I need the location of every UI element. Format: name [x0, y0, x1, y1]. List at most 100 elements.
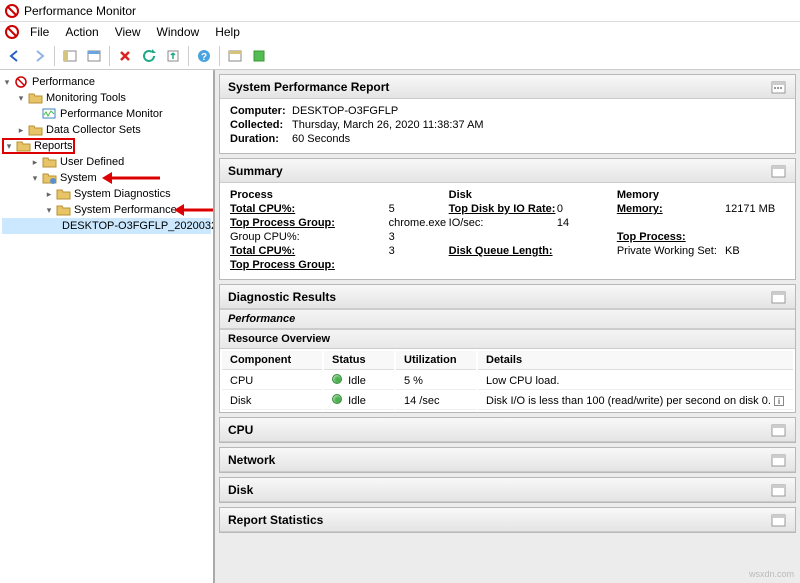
expander-icon[interactable]: ▸ — [44, 189, 54, 200]
toolbar-separator — [219, 46, 220, 66]
title-bar: Performance Monitor — [0, 0, 800, 22]
disk-queue-link[interactable]: Disk Queue Length: — [449, 245, 557, 257]
table-row[interactable]: Disk Idle14 /secDisk I/O is less than 10… — [222, 392, 793, 410]
calendar-icon[interactable] — [771, 513, 787, 527]
tree-report-instance[interactable]: DESKTOP-O3FGFLP_20200326 — [2, 218, 211, 234]
top-process-group2-link[interactable]: Top Process Group: — [230, 259, 389, 271]
cell-component: CPU — [222, 372, 322, 390]
memory-link[interactable]: Memory: — [617, 203, 725, 215]
calendar-icon[interactable] — [771, 423, 787, 437]
forward-button[interactable] — [28, 45, 50, 67]
folder-system-icon — [42, 171, 58, 185]
window-title: Performance Monitor — [24, 4, 136, 18]
performance-subheader[interactable]: Performance — [220, 309, 795, 329]
show-hide-button[interactable] — [59, 45, 81, 67]
tree-system-diagnostics[interactable]: ▸ System Diagnostics — [2, 186, 211, 202]
panel-header[interactable]: Report Statistics — [220, 508, 795, 532]
calendar-icon[interactable] — [771, 290, 787, 304]
disk-section: Disk — [219, 477, 796, 503]
tree-performance-monitor[interactable]: Performance Monitor — [2, 106, 211, 122]
tree-user-defined[interactable]: ▸ User Defined — [2, 154, 211, 170]
panel-header[interactable]: Diagnostic Results — [220, 285, 795, 309]
toolbar-separator — [109, 46, 110, 66]
action-button[interactable] — [248, 45, 270, 67]
info-icon[interactable]: i — [774, 396, 784, 406]
table-row[interactable]: CPU Idle5 %Low CPU load. — [222, 372, 793, 390]
calendar-icon[interactable] — [771, 453, 787, 467]
duration-value: 60 Seconds — [292, 133, 350, 145]
menu-file[interactable]: File — [22, 23, 57, 41]
folder-icon — [28, 91, 44, 105]
calendar-icon[interactable] — [771, 164, 787, 178]
arrow-annotation-icon — [174, 202, 215, 218]
expander-icon[interactable]: ▾ — [30, 173, 40, 184]
tree-label: Reports — [34, 140, 73, 152]
cell-status: Idle — [324, 392, 394, 410]
perf-icon — [14, 75, 30, 89]
calendar-icon[interactable] — [771, 483, 787, 497]
col-component[interactable]: Component — [222, 351, 322, 370]
expander-icon[interactable]: ▾ — [4, 141, 14, 152]
panel-header[interactable]: System Performance Report — [220, 75, 795, 99]
expander-icon[interactable]: ▾ — [44, 205, 54, 216]
resource-overview-header[interactable]: Resource Overview — [220, 329, 795, 349]
panel-header[interactable]: Disk — [220, 478, 795, 502]
content-panel[interactable]: System Performance Report Computer:DESKT… — [215, 70, 800, 583]
top-process-link[interactable]: Top Process: — [617, 231, 725, 243]
col-status[interactable]: Status — [324, 351, 394, 370]
view-button[interactable] — [224, 45, 246, 67]
top-process-group-link[interactable]: Top Process Group: — [230, 217, 389, 229]
tree-label: Performance — [32, 76, 95, 88]
cell-status: Idle — [324, 372, 394, 390]
col-details[interactable]: Details — [478, 351, 793, 370]
panel-title: CPU — [228, 423, 253, 437]
help-button[interactable]: ? — [193, 45, 215, 67]
app-icon — [4, 24, 20, 40]
menu-window[interactable]: Window — [149, 23, 208, 41]
tree-root[interactable]: ▾ Performance — [2, 74, 211, 90]
report-meta: Computer:DESKTOP-O3FGFLP Collected:Thurs… — [220, 99, 795, 153]
export-button[interactable] — [162, 45, 184, 67]
computer-value: DESKTOP-O3FGFLP — [292, 105, 398, 117]
expander-icon[interactable]: ▾ — [2, 77, 12, 88]
panel-header[interactable]: Network — [220, 448, 795, 472]
total-cpu2-value: 3 — [389, 245, 449, 257]
watermark: wsxdn.com — [749, 569, 794, 579]
expander-icon[interactable]: ▸ — [30, 157, 40, 168]
io-sec-label: IO/sec: — [449, 217, 557, 229]
app-icon — [4, 3, 20, 19]
panel-title: System Performance Report — [228, 80, 389, 94]
memory-header: Memory — [617, 189, 725, 201]
total-cpu2-link[interactable]: Total CPU%: — [230, 245, 389, 257]
tree-reports[interactable]: ▾ Reports — [2, 138, 75, 154]
col-utilization[interactable]: Utilization — [396, 351, 476, 370]
panel-header[interactable]: Summary — [220, 159, 795, 183]
menu-view[interactable]: View — [107, 23, 149, 41]
menu-action[interactable]: Action — [57, 23, 106, 41]
io-sec-value: 14 — [557, 217, 617, 229]
tree-data-collector-sets[interactable]: ▸ Data Collector Sets — [2, 122, 211, 138]
total-cpu-value: 5 — [389, 203, 449, 215]
cell-details: Low CPU load. — [478, 372, 793, 390]
back-button[interactable] — [4, 45, 26, 67]
toolbar-separator — [188, 46, 189, 66]
menu-help[interactable]: Help — [207, 23, 248, 41]
calendar-icon[interactable] — [771, 80, 787, 94]
panel-header[interactable]: CPU — [220, 418, 795, 442]
panel-title: Diagnostic Results — [228, 290, 336, 304]
resource-overview-table: Component Status Utilization Details CPU… — [220, 349, 795, 412]
refresh-button[interactable] — [138, 45, 160, 67]
tree-panel: ▾ Performance ▾ Monitoring Tools Perform… — [0, 70, 215, 583]
panel-title: Report Statistics — [228, 513, 323, 527]
top-disk-io-link[interactable]: Top Disk by IO Rate: — [449, 203, 557, 215]
tree-monitoring-tools[interactable]: ▾ Monitoring Tools — [2, 90, 211, 106]
properties-button[interactable] — [83, 45, 105, 67]
delete-button[interactable] — [114, 45, 136, 67]
top-disk-io-value: 0 — [557, 203, 617, 215]
expander-icon[interactable]: ▸ — [16, 125, 26, 136]
memory-value: 12171 MB — [725, 203, 785, 215]
status-dot-icon — [332, 374, 342, 384]
total-cpu-link[interactable]: Total CPU%: — [230, 203, 389, 215]
expander-icon[interactable]: ▾ — [16, 93, 26, 104]
summary-memory-col: Memory Memory:12171 MB Top Process: Priv… — [617, 189, 785, 273]
